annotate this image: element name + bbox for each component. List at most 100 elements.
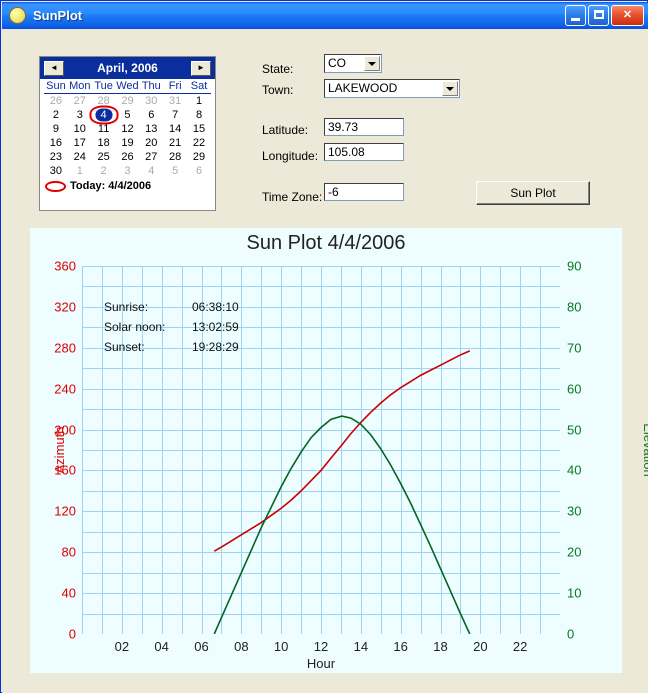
calendar-day-cell[interactable]: 17: [68, 136, 92, 150]
calendar-weekday-row: Sun Mon Tue Wed Thu Fri Sat: [44, 80, 211, 94]
azimuth-tick-label: 120: [54, 503, 76, 519]
calendar-day-number: 9: [52, 123, 59, 135]
calendar-week-row: 23 24 25 26 27 28 29: [44, 150, 211, 164]
hour-tick-label: 18: [433, 639, 448, 654]
elevation-tick-label: 70: [567, 340, 582, 356]
calendar-day-cell[interactable]: 12: [116, 122, 140, 136]
close-button[interactable]: ✕: [611, 5, 644, 26]
calendar-day-number: 21: [169, 137, 182, 149]
calendar-day-cell[interactable]: 1: [187, 94, 211, 109]
state-select[interactable]: CO: [324, 54, 382, 73]
calendar-day-cell[interactable]: 22: [187, 136, 211, 150]
calendar-day-cell[interactable]: 18: [92, 136, 116, 150]
elevation-tick-label: 80: [567, 299, 582, 315]
calendar-day-cell[interactable]: 16: [44, 136, 68, 150]
timezone-input[interactable]: -6: [324, 183, 404, 201]
calendar-day-cell[interactable]: 26: [44, 94, 68, 109]
sun-icon: [9, 7, 26, 24]
hour-tick-label: 04: [154, 639, 169, 654]
calendar-day-cell[interactable]: 3: [68, 108, 92, 122]
calendar-day-cell[interactable]: 8: [187, 108, 211, 122]
town-select[interactable]: LAKEWOOD: [324, 79, 460, 98]
calendar-day-cell[interactable]: 28: [163, 150, 187, 164]
calendar-day-cell[interactable]: 24: [68, 150, 92, 164]
calendar-day-cell[interactable]: 2: [44, 108, 68, 122]
calendar-day-cell[interactable]: 30: [139, 94, 163, 109]
calendar-day-cell[interactable]: 4: [139, 164, 163, 178]
calendar-day-cell[interactable]: 31: [163, 94, 187, 109]
town-value: LAKEWOOD: [328, 81, 398, 95]
calendar-day-number: 19: [121, 137, 134, 149]
azimuth-tick-label: 280: [54, 340, 76, 356]
calendar-day-cell[interactable]: 4: [89, 105, 119, 125]
calendar-day-number: 2: [100, 165, 107, 177]
state-dropdown-arrow[interactable]: [364, 56, 380, 71]
solar-noon-value: 13:02:59: [192, 320, 239, 334]
longitude-label: Longitude:: [262, 149, 319, 163]
calendar-day-cell[interactable]: 21: [163, 136, 187, 150]
calendar-day-cell[interactable]: 6: [187, 164, 211, 178]
minimize-button[interactable]: [565, 5, 586, 26]
calendar-day-number: 14: [169, 123, 182, 135]
minimize-icon: [571, 18, 580, 21]
azimuth-tick-label: 0: [68, 626, 76, 642]
calendar-day-cell[interactable]: 14: [163, 122, 187, 136]
elevation-tick-label: 90: [567, 258, 582, 274]
calendar-day-cell[interactable]: 20: [139, 136, 163, 150]
elevation-tick-label: 60: [567, 381, 582, 397]
sunrise-label: Sunrise:: [104, 300, 149, 314]
calendar-day-cell[interactable]: 26: [116, 150, 140, 164]
hour-axis-label: Hour: [306, 656, 336, 671]
azimuth-tick-label: 360: [54, 258, 76, 274]
calendar-day-cell[interactable]: 13: [139, 122, 163, 136]
calendar-day-number: 1: [76, 165, 83, 177]
longitude-input[interactable]: 105.08: [324, 143, 404, 161]
calendar-day-cell[interactable]: 30: [44, 164, 68, 178]
calendar-day-cell[interactable]: 29: [116, 94, 140, 109]
month-calendar[interactable]: ◄ April, 2006 ► Sun Mon Tue Wed Thu Fri Sat 26…: [39, 56, 216, 211]
calendar-day-cell[interactable]: 29: [187, 150, 211, 164]
calendar-day-cell[interactable]: 27: [68, 94, 92, 109]
sunplot-window: SunPlot ✕ ◄ April, 2006 ► Sun Mon Tue Wed Th…: [0, 0, 648, 693]
azimuth-tick-label: 40: [61, 585, 76, 601]
prev-month-icon: ◄: [50, 63, 58, 72]
calendar-day-cell[interactable]: 3: [116, 164, 140, 178]
calendar-day-cell[interactable]: 1: [68, 164, 92, 178]
prev-month-button[interactable]: ◄: [44, 60, 64, 76]
calendar-day-cell[interactable]: 2: [92, 164, 116, 178]
solar-noon-annotation: Solar noon: 13:02:59: [104, 320, 239, 334]
calendar-day-number: 29: [121, 95, 134, 107]
calendar-day-number: 27: [73, 95, 86, 107]
calendar-weekday: Mon: [67, 80, 92, 94]
calendar-grid: Sun Mon Tue Wed Thu Fri Sat 26 27 28 29 30 31 1 2 3 4 5 6…: [40, 79, 215, 178]
town-dropdown-arrow[interactable]: [442, 81, 458, 96]
calendar-day-cell[interactable]: 15: [187, 122, 211, 136]
calendar-today-footer: Today: 4/4/2006: [40, 178, 215, 192]
calendar-day-cell[interactable]: 10: [68, 122, 92, 136]
series-elevation-line: [213, 415, 471, 634]
calendar-day-number: 5: [124, 109, 131, 121]
calendar-day-cell[interactable]: 23: [44, 150, 68, 164]
client-area: ◄ April, 2006 ► Sun Mon Tue Wed Thu Fri Sat 26…: [2, 29, 648, 693]
calendar-day-cell[interactable]: 6: [139, 108, 163, 122]
calendar-week-row: 2 345 6 7 8: [44, 105, 211, 125]
calendar-day-cell[interactable]: 9: [44, 122, 68, 136]
maximize-button[interactable]: [588, 5, 609, 26]
sunrise-value: 06:38:10: [192, 300, 239, 314]
calendar-day-cell[interactable]: 19: [116, 136, 140, 150]
calendar-day-cell[interactable]: 5: [163, 164, 187, 178]
close-icon: ✕: [622, 9, 633, 21]
sun-plot-button[interactable]: Sun Plot: [476, 181, 590, 205]
calendar-day-cell[interactable]: 7: [163, 108, 187, 122]
today-ring-icon: [89, 105, 119, 125]
calendar-day-cell[interactable]: 27: [139, 150, 163, 164]
next-month-button[interactable]: ►: [190, 60, 211, 76]
calendar-day-cell[interactable]: 5: [116, 108, 140, 122]
calendar-day-number: 30: [49, 165, 63, 177]
calendar-day-cell[interactable]: 25: [92, 150, 116, 164]
calendar-weekday: Fri: [163, 80, 188, 94]
calendar-body: 26 27 28 29 30 31 1 2 3 4 5 6 7 8 9 10 11 12 13 14 15 16 17 18 1…: [44, 94, 211, 179]
calendar-day-number: 2: [52, 109, 59, 121]
latitude-input[interactable]: 39.73: [324, 118, 404, 136]
calendar-day-number: 8: [195, 109, 203, 121]
